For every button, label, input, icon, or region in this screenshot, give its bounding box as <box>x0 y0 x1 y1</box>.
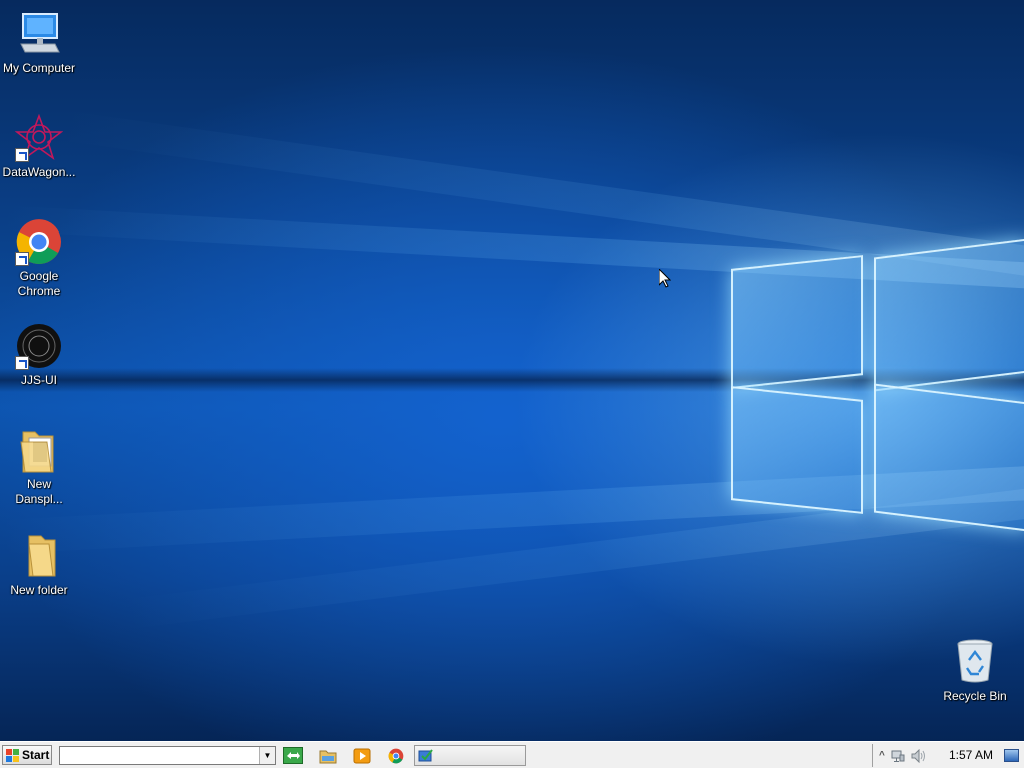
quick-launch-explorer-button[interactable] <box>317 746 339 765</box>
desktop-icon-jjs-ui[interactable]: JJS-UI <box>0 322 78 388</box>
media-player-icon <box>353 748 371 763</box>
quick-launch-media-button[interactable] <box>351 746 373 765</box>
show-desktop-button[interactable] <box>1004 749 1019 762</box>
chrome-icon <box>388 748 404 763</box>
system-tray: ^ <box>872 744 1024 767</box>
application-icon <box>418 749 433 762</box>
windows-flag-icon <box>6 748 19 762</box>
explorer-folder-icon <box>319 750 337 763</box>
chrome-icon <box>15 218 63 266</box>
desktop-icon-label: Recycle Bin <box>943 689 1007 703</box>
desktop-icon-label: My Computer <box>2 61 76 75</box>
wallpaper-logo-pane <box>731 255 863 389</box>
desktop-icon-new-danspl[interactable]: New Danspl... <box>0 426 78 507</box>
desktop-icon-label: New folder <box>10 583 68 597</box>
desktop-icon-google-chrome[interactable]: Google Chrome <box>0 218 78 299</box>
desktop-icon-label: Google Chrome <box>17 269 61 298</box>
jjs-ui-icon <box>15 322 63 370</box>
desktop-icon-datawagon[interactable]: DataWagon... <box>0 113 78 180</box>
system-clock[interactable]: 1:57 AM <box>949 748 993 762</box>
network-icon[interactable] <box>891 749 905 763</box>
desktop-icon-label: JJS-UI <box>21 373 57 387</box>
shortcut-arrow-icon <box>15 148 29 162</box>
folder-icon <box>15 426 63 474</box>
taskbar: Start ▼ ^ 1:57 AM <box>0 741 1024 768</box>
shortcut-arrow-icon <box>15 252 29 266</box>
quick-launch-switch-button[interactable] <box>282 746 304 765</box>
desktop-icon-recycle-bin[interactable]: Recycle Bin <box>936 638 1014 704</box>
wallpaper-band <box>0 368 1024 392</box>
taskbar-window-button[interactable] <box>414 745 526 766</box>
chevron-up-icon[interactable]: ^ <box>879 750 885 761</box>
recycle-bin-icon <box>951 638 999 686</box>
volume-icon[interactable] <box>911 748 927 763</box>
datawagon-icon <box>14 113 64 162</box>
desktop-wallpaper[interactable]: My Computer DataWagon... Google Chrome J… <box>0 0 1024 741</box>
wallpaper-logo-pane <box>731 386 863 514</box>
desktop-icon-new-folder[interactable]: New folder <box>0 532 78 598</box>
wallpaper-logo-pane <box>874 238 1024 392</box>
start-button[interactable]: Start <box>2 745 52 765</box>
quick-launch-chrome-button[interactable] <box>385 746 407 765</box>
address-input[interactable] <box>60 747 260 764</box>
wallpaper-logo-pane <box>874 383 1024 532</box>
computer-icon <box>15 10 63 58</box>
desktop-icon-my-computer[interactable]: My Computer <box>0 10 78 76</box>
mouse-cursor-icon <box>659 269 671 288</box>
start-label: Start <box>22 748 50 762</box>
show-desktop-switch-icon <box>283 747 303 764</box>
shortcut-arrow-icon <box>15 356 29 370</box>
desktop-icon-label: DataWagon... <box>2 165 76 179</box>
address-combo[interactable]: ▼ <box>59 746 276 765</box>
chevron-down-icon[interactable]: ▼ <box>259 747 275 764</box>
folder-icon <box>15 532 63 580</box>
desktop-icon-label: New Danspl... <box>15 477 63 506</box>
